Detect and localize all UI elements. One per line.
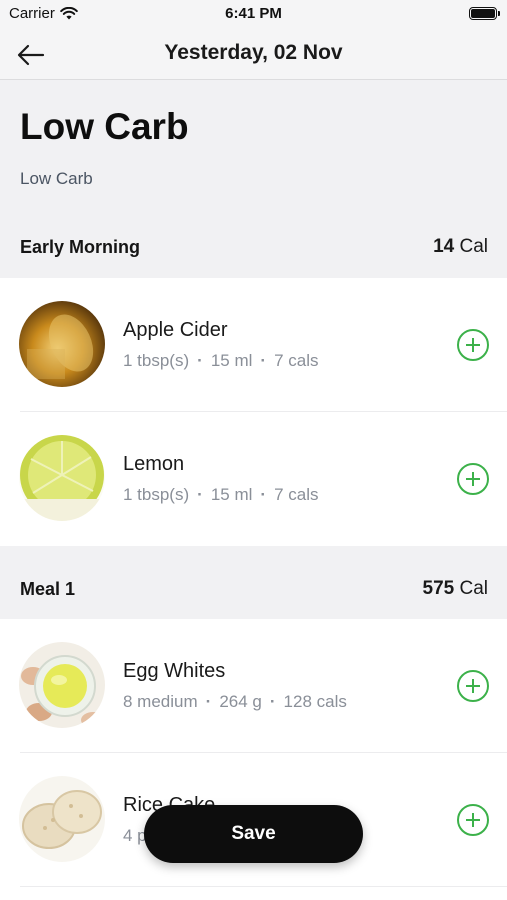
food-item-egg-whites[interactable]: Egg Whites 8 medium · 264 g · 128 cals (0, 619, 507, 753)
food-amount: 15 ml (210, 485, 253, 504)
plan-subtitle: Low Carb (20, 169, 93, 188)
food-amount: 15 ml (210, 351, 253, 370)
food-quantity: 8 medium (123, 692, 198, 711)
add-button[interactable] (457, 463, 489, 495)
section-header-meal-1: Meal 1 575 Cal (0, 546, 507, 619)
food-details: 8 medium · 264 g · 128 cals (123, 692, 347, 711)
calorie-unit: Cal (459, 578, 488, 599)
food-amount: 264 g (219, 692, 262, 711)
food-item-apple-cider[interactable]: Apple Cider 1 tbsp(s) · 15 ml · 7 cals (0, 278, 507, 412)
food-details: 1 tbsp(s) · 15 ml · 7 cals (123, 351, 319, 370)
status-time: 6:41 PM (225, 5, 282, 22)
food-quantity: 1 tbsp(s) (123, 485, 190, 504)
page-title: Low Carb (20, 106, 189, 147)
apple-cider-photo (19, 301, 105, 387)
food-name: Lemon (123, 453, 185, 475)
add-button[interactable] (457, 670, 489, 702)
section-calories-meal-1: 575 Cal (423, 578, 489, 600)
calorie-value: 14 (433, 236, 455, 257)
food-name: Egg Whites (123, 660, 226, 682)
food-item-lemon[interactable]: Lemon 1 tbsp(s) · 15 ml · 7 cals (0, 412, 507, 546)
calorie-unit: Cal (459, 236, 488, 257)
food-quantity: 1 tbsp(s) (123, 351, 190, 370)
food-cals: 7 cals (274, 485, 319, 504)
battery-icon (469, 7, 500, 20)
add-button[interactable] (457, 804, 489, 836)
lemon-photo (19, 435, 105, 521)
nav-bar: Yesterday, 02 Nov (0, 30, 507, 80)
save-button[interactable]: Save (144, 805, 363, 863)
food-name: Apple Cider (123, 319, 228, 341)
nav-title: Yesterday, 02 Nov (164, 41, 343, 64)
divider (20, 886, 507, 887)
rice-cake-photo (19, 776, 105, 862)
food-details: 1 tbsp(s) · 15 ml · 7 cals (123, 485, 319, 504)
egg-whites-photo (19, 642, 105, 728)
status-bar: Carrier 6:41 PM (0, 0, 507, 30)
calorie-value: 575 (422, 578, 455, 599)
plan-header: Low Carb Low Carb Early Morning 14 Cal (0, 80, 507, 278)
section-name-early-morning: Early Morning (20, 237, 141, 257)
section-calories-early-morning: 14 Cal (433, 236, 488, 258)
section-name-meal-1: Meal 1 (20, 579, 76, 599)
food-cals: 128 cals (283, 692, 347, 711)
add-button[interactable] (457, 329, 489, 361)
food-cals: 7 cals (274, 351, 319, 370)
